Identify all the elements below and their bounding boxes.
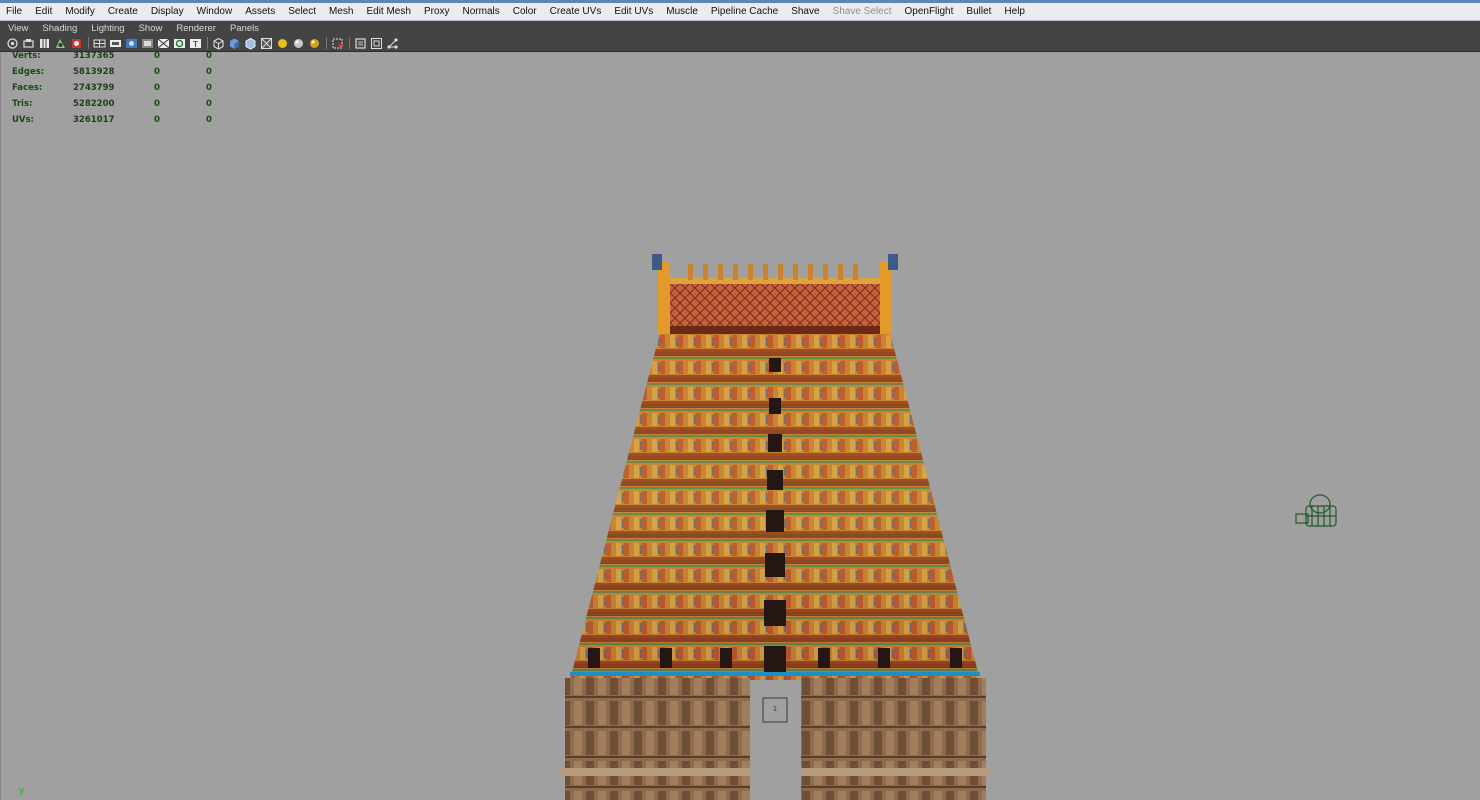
gopuram-temple-model[interactable]: 1 [560,248,990,800]
menu-edit-uvs[interactable]: Edit UVs [608,6,660,17]
hud-selected: 0 [154,115,160,125]
hud-row-edges: Edges: 5813928 0 0 [12,67,232,83]
hud-selected: 0 [154,51,160,61]
hud-total: 3261017 [73,115,115,125]
poly-count-hud: Verts: 3137365 0 0 Edges: 5813928 0 0 Faces: 2743… [12,51,232,131]
axis-y-label: y [19,786,25,796]
camera-locator-icon[interactable] [1292,492,1340,530]
view-axis-gizmo: y [19,786,25,796]
viewport-left-edge [0,53,1,800]
smooth-shade-icon[interactable] [228,37,241,50]
hud-row-uvs: UVs: 3261017 0 0 [12,115,232,131]
film-gate-icon[interactable] [54,37,67,50]
hud-highlighted: 0 [206,67,212,77]
panel-menu-show[interactable]: Show [131,23,169,34]
hud-total: 3137365 [73,51,115,61]
hud-label: UVs: [12,115,34,125]
xray-components-icon[interactable] [386,37,399,50]
menu-edit-mesh[interactable]: Edit Mesh [360,6,417,17]
menu-modify[interactable]: Modify [59,6,101,17]
panel-menu-lighting[interactable]: Lighting [83,23,130,34]
wireframe-cube-icon[interactable] [212,37,225,50]
menu-edit[interactable]: Edit [29,6,59,17]
menu-openflight[interactable]: OpenFlight [898,6,960,17]
hud-highlighted: 0 [206,115,212,125]
safe-action-icon[interactable] [125,37,138,50]
menu-mesh[interactable]: Mesh [323,6,360,17]
toolbar-separator [349,37,350,49]
toolbar-separator [88,37,89,49]
menu-select[interactable]: Select [282,6,323,17]
shadows-icon[interactable] [308,37,321,50]
panel-menu-renderer[interactable]: Renderer [168,23,222,34]
bookmark-icon[interactable] [38,37,51,50]
all-lights-icon[interactable] [292,37,305,50]
image-plane-icon[interactable] [70,37,83,50]
panel-menu-panels[interactable]: Panels [222,23,265,34]
panel-toolbar: T [0,35,1480,52]
panel-menu-shading[interactable]: Shading [34,23,83,34]
main-menubar: File Edit Modify Create Display Window Assets S… [0,3,1480,21]
hud-highlighted: 0 [206,51,212,61]
hud-row-tris: Tris: 5282200 0 0 [12,99,232,115]
camera-lock-icon[interactable] [22,37,35,50]
hud-row-faces: Faces: 2743799 0 0 [12,83,232,99]
menu-window[interactable]: Window [191,6,240,17]
hud-selected: 0 [154,99,160,109]
menu-proxy[interactable]: Proxy [418,6,457,17]
door-marker-label: 1 [773,705,777,713]
textured-icon[interactable] [260,37,273,50]
film-resolution-icon[interactable] [109,37,122,50]
menu-create[interactable]: Create [102,6,145,17]
menu-display[interactable]: Display [145,6,191,17]
grid-icon[interactable] [93,37,106,50]
menu-file[interactable]: File [0,6,29,17]
hud-label: Edges: [12,67,45,77]
xray-joints-icon[interactable] [370,37,383,50]
isolate-select-icon[interactable] [331,37,344,50]
hud-selected: 0 [154,67,160,77]
camera-select-icon[interactable] [6,37,19,50]
menu-pipeline-cache[interactable]: Pipeline Cache [705,6,785,17]
menu-muscle[interactable]: Muscle [660,6,705,17]
menu-create-uvs[interactable]: Create UVs [544,6,609,17]
safe-title-icon[interactable]: T [189,37,202,50]
hud-label: Tris: [12,99,33,109]
hud-total: 5813928 [73,67,115,77]
hud-total: 5282200 [73,99,115,109]
menu-shave-select: Shave Select [832,6,892,17]
hud-label: Verts: [12,51,41,61]
hud-label: Faces: [12,83,43,93]
menu-shave[interactable]: Shave [785,6,826,17]
menu-assets[interactable]: Assets [239,6,282,17]
svg-text:T: T [192,40,198,49]
menu-normals[interactable]: Normals [457,6,507,17]
resolution-gate-icon[interactable] [173,37,186,50]
toolbar-separator [207,37,208,49]
hud-selected: 0 [154,83,160,93]
toolbar-separator [326,37,327,49]
xray-icon[interactable] [354,37,367,50]
hud-highlighted: 0 [206,83,212,93]
hud-highlighted: 0 [206,99,212,109]
menu-help[interactable]: Help [998,6,1032,17]
hud-total: 2743799 [73,83,115,93]
panel-menu-view[interactable]: View [0,23,34,34]
field-chart-icon[interactable] [157,37,170,50]
gate-mask-icon[interactable] [141,37,154,50]
menu-color[interactable]: Color [507,6,544,17]
default-lighting-icon[interactable] [276,37,289,50]
menu-bullet[interactable]: Bullet [960,6,998,17]
hud-row-verts: Verts: 3137365 0 0 [12,51,232,67]
wireframe-on-shaded-icon[interactable] [244,37,257,50]
panel-menubar: View Shading Lighting Show Renderer Panels [0,21,1480,35]
